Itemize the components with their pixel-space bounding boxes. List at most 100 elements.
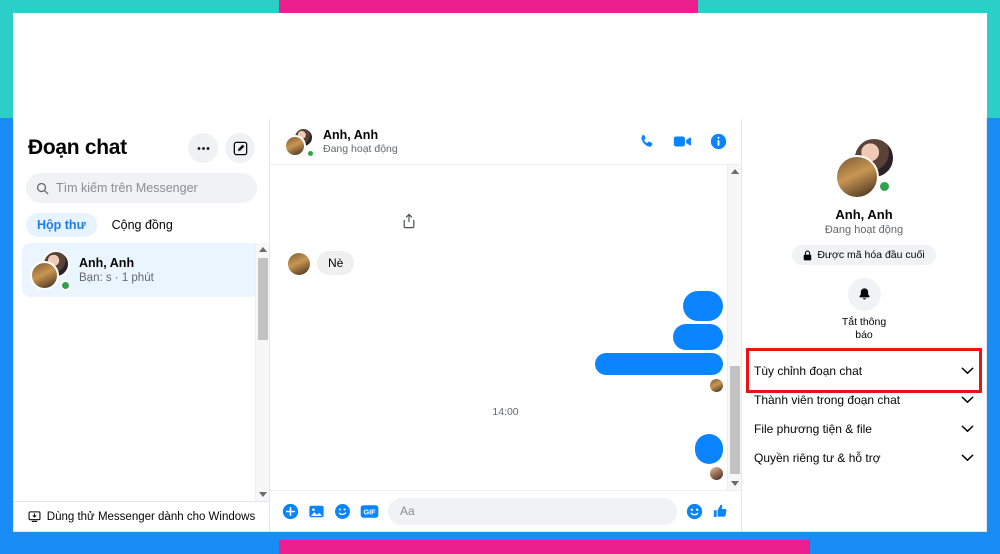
message-receipt-row	[288, 379, 723, 392]
list-item-title: Anh, Anh	[79, 256, 135, 270]
chevron-down-icon	[730, 481, 739, 486]
chat-list: Anh, Anh Bạn: s · 1 phút	[14, 243, 269, 501]
page-title: Đoạn chat	[28, 136, 127, 159]
message-row: Nè	[288, 251, 723, 275]
read-receipt-avatar	[710, 379, 723, 392]
scroll-up-button[interactable]	[256, 243, 269, 256]
section-label: Quyền riêng tư & hỗ trợ	[754, 450, 881, 465]
online-status-dot	[306, 148, 315, 158]
search-input[interactable]	[56, 181, 247, 195]
gif-icon: GIF	[360, 504, 379, 518]
tab-inbox[interactable]: Hộp thư	[26, 213, 97, 237]
messenger-window: Đoạn chat Tìm kiếm trên Messenger Hộp th…	[13, 119, 987, 532]
message-input-wrapper[interactable]	[388, 497, 677, 525]
message-bubble-outgoing[interactable]	[683, 291, 723, 321]
conversation-header: Anh, Anh Đang hoạt động	[270, 119, 741, 165]
list-item-text: Anh, Anh Bạn: s · 1 phút	[79, 256, 154, 284]
section-label: Thành viên trong đoạn chat	[754, 392, 901, 407]
sidebar: Đoạn chat Tìm kiếm trên Messenger Hộp th…	[14, 119, 269, 531]
mute-notifications-label: Tắt thông báo	[841, 316, 887, 342]
sidebar-header: Đoạn chat	[14, 119, 269, 169]
section-privacy-support[interactable]: Quyền riêng tư & hỗ trợ	[754, 443, 974, 472]
chevron-down-icon	[961, 454, 974, 461]
monitor-download-icon	[28, 511, 41, 522]
online-status-dot	[878, 180, 891, 193]
scroll-down-button[interactable]	[728, 477, 741, 490]
share-icon	[403, 213, 415, 229]
lock-icon	[804, 250, 812, 260]
sidebar-scrollbar[interactable]	[255, 243, 269, 501]
message-bubble-outgoing[interactable]	[595, 353, 723, 375]
section-chat-customization[interactable]: Tùy chỉnh đoạn chat	[746, 348, 982, 394]
message-list: Nè 14:00	[270, 165, 741, 490]
plus-circle-icon	[282, 503, 299, 519]
thumbs-up-icon	[713, 504, 727, 517]
avatar-primary-image	[835, 155, 879, 199]
windows-app-promo[interactable]: Dùng thử Messenger dành cho Windows	[14, 501, 269, 531]
list-item-preview: Bạn: s · 1 phút	[79, 272, 154, 284]
message-bubble-outgoing[interactable]	[695, 434, 723, 464]
chevron-down-icon	[961, 396, 974, 403]
avatar-primary-image	[30, 261, 59, 290]
chevron-up-icon	[730, 169, 739, 174]
photo-icon	[309, 505, 324, 517]
conversation-header-text: Anh, Anh Đang hoạt động	[323, 128, 398, 155]
sidebar-more-button[interactable]	[188, 133, 218, 163]
sticker-icon	[335, 503, 350, 519]
search-icon	[36, 182, 49, 194]
conversation-status: Đang hoạt động	[323, 143, 398, 155]
conversation-info-icon	[710, 133, 727, 150]
frame-right-blue	[987, 118, 1000, 554]
message-receipt-row	[288, 467, 723, 480]
message-row	[288, 434, 723, 464]
scrollbar-thumb[interactable]	[258, 258, 268, 340]
message-scrollbar[interactable]	[727, 165, 741, 490]
windows-app-promo-label: Dùng thử Messenger dành cho Windows	[46, 510, 256, 523]
message-composer: GIF	[270, 490, 741, 531]
scrollbar-thumb[interactable]	[730, 366, 740, 474]
details-panel: Anh, Anh Đang hoạt động Được mã hóa đầu …	[742, 119, 986, 531]
section-chat-members[interactable]: Thành viên trong đoạn chat	[754, 385, 974, 414]
sticker-button[interactable]	[334, 503, 351, 520]
like-button[interactable]	[712, 503, 729, 520]
emoji-icon	[686, 503, 703, 519]
avatar	[284, 126, 315, 158]
add-attachment-button[interactable]	[282, 503, 299, 520]
message-row	[288, 353, 723, 375]
gif-button[interactable]: GIF	[360, 504, 379, 519]
tab-communities[interactable]: Cộng đồng	[101, 213, 184, 237]
scroll-down-button[interactable]	[256, 488, 269, 501]
new-message-button[interactable]	[225, 133, 255, 163]
message-bubble-outgoing[interactable]	[673, 324, 723, 350]
conversation-info-button[interactable]	[710, 133, 727, 150]
avatar	[30, 250, 71, 291]
chevron-up-icon	[258, 247, 267, 252]
conversation-title: Anh, Anh	[323, 128, 379, 142]
chevron-down-icon	[258, 492, 267, 497]
attach-photo-button[interactable]	[308, 503, 325, 520]
voice-call-button[interactable]	[638, 133, 655, 150]
frame-left-teal	[0, 0, 13, 118]
avatar-primary-image	[284, 134, 306, 157]
ellipsis-icon	[197, 146, 209, 150]
message-input[interactable]	[400, 504, 665, 518]
conversation-panel: Anh, Anh Đang hoạt động Nè 14:00 GIF Aa	[269, 119, 742, 531]
frame-right-teal	[987, 0, 1000, 118]
video-call-button[interactable]	[673, 133, 692, 150]
search-box[interactable]	[26, 173, 257, 203]
emoji-button[interactable]	[686, 503, 703, 520]
message-row	[288, 291, 723, 321]
section-label: File phương tiện & file	[754, 421, 872, 436]
conversation-actions	[638, 133, 727, 150]
svg-text:GIF: GIF	[363, 507, 376, 516]
mute-notifications-button[interactable]: Tắt thông báo	[833, 278, 895, 342]
section-media-files[interactable]: File phương tiện & file	[754, 414, 974, 443]
scroll-up-button[interactable]	[728, 165, 741, 178]
encryption-badge-label: Được mã hóa đầu cuối	[817, 249, 925, 261]
avatar	[833, 137, 895, 199]
search-container	[14, 169, 269, 211]
list-item[interactable]: Anh, Anh Bạn: s · 1 phút	[22, 243, 259, 297]
message-bubble-incoming[interactable]: Nè	[317, 251, 355, 275]
chevron-down-icon	[961, 367, 974, 374]
voice-call-icon	[641, 134, 653, 147]
